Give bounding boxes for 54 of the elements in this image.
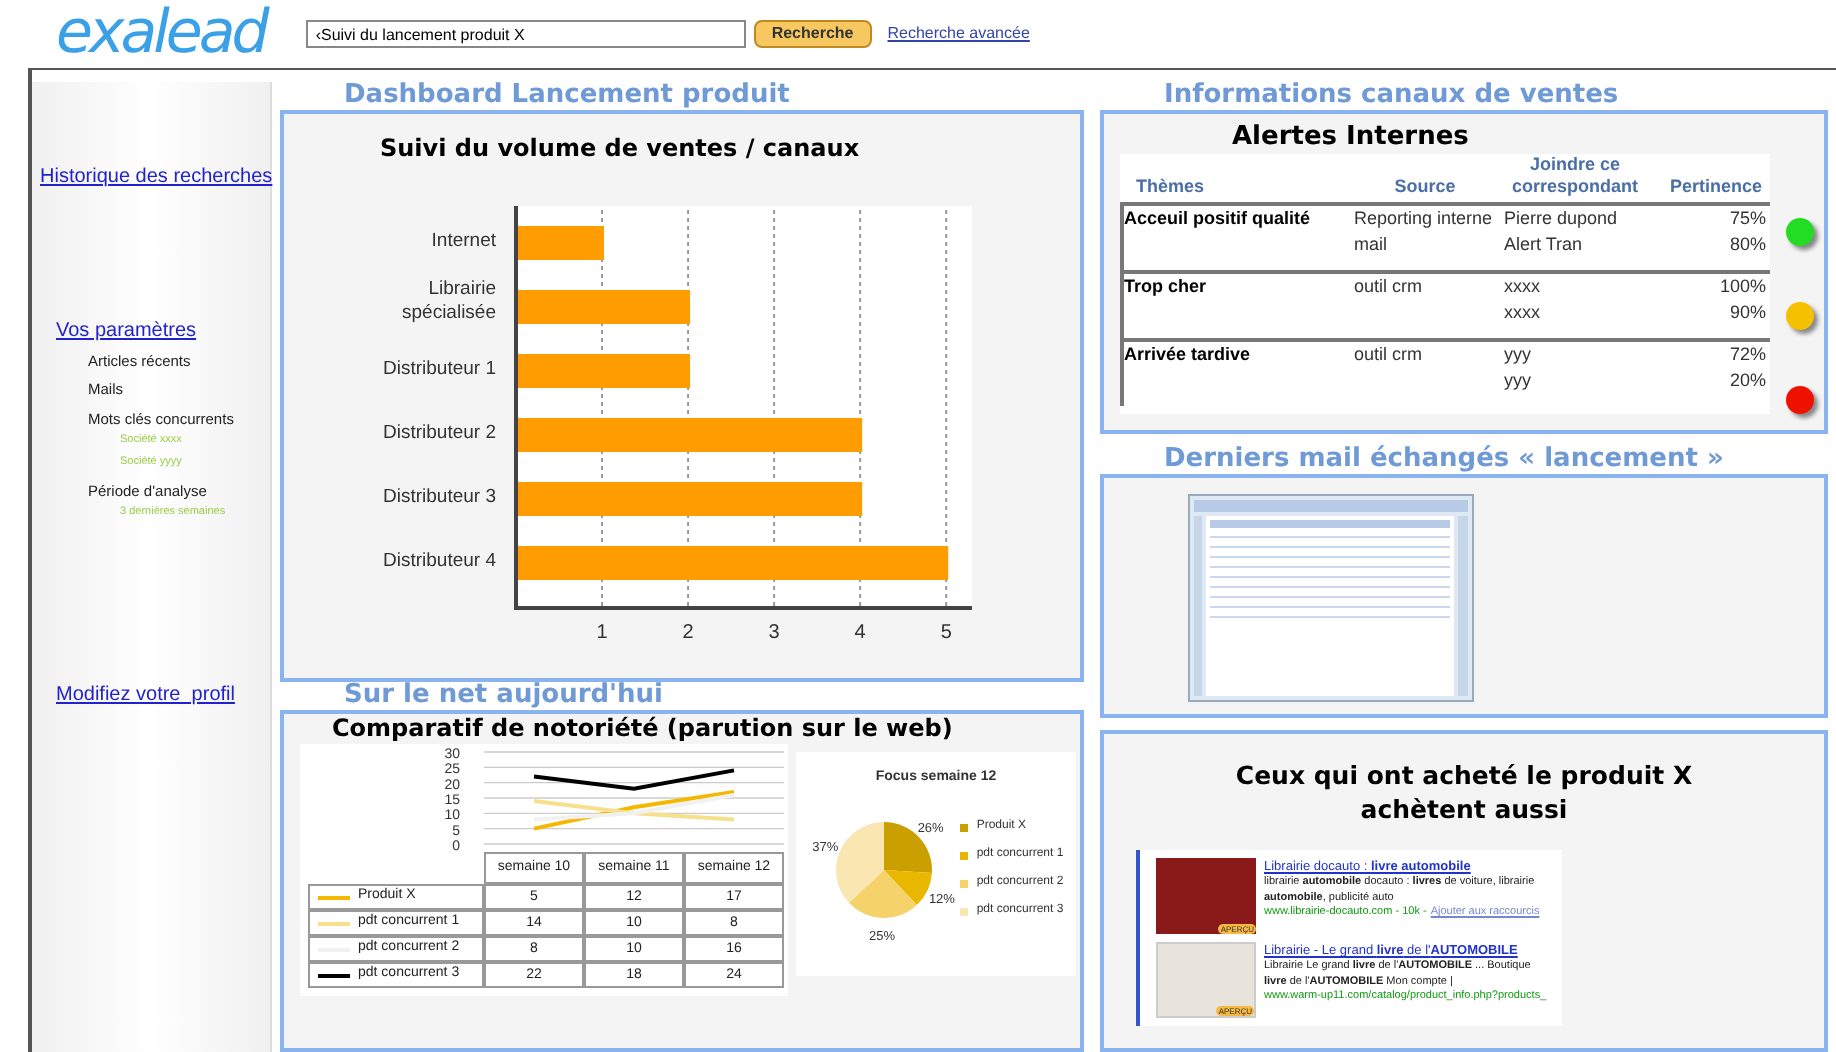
axis-tick: 3 xyxy=(768,622,780,644)
panel-title: Alertes Internes xyxy=(1230,122,1471,154)
panel-title: Ceux qui ont acheté le produit X achètent aussi xyxy=(1233,758,1695,826)
category-label: Distributeur 4 xyxy=(383,550,496,572)
axis-tick: 4 xyxy=(854,622,866,644)
column-header: Pertinence xyxy=(1667,176,1764,198)
column-header: Thèmes xyxy=(1134,176,1207,198)
source-cell-text: outil crm xyxy=(1354,342,1425,368)
history-link[interactable]: Historique des recherches xyxy=(40,162,270,192)
category-label: Distributeur 2 xyxy=(383,422,496,444)
profile-link[interactable]: Modifiez votre profil xyxy=(56,680,270,710)
source-cell-text: Reporting interne xyxy=(1354,206,1495,232)
pertinence-cell-text: 75% xyxy=(1727,206,1768,232)
axis-tick: 1 xyxy=(596,622,608,644)
axis-tick: 5 xyxy=(940,622,952,644)
contact-cell-text: yyy xyxy=(1504,342,1533,368)
legend-swatch xyxy=(960,823,969,831)
search-field[interactable]: ‹Suivi du lancement produit X xyxy=(305,20,746,48)
section-title: Informations canaux de ventes xyxy=(1162,82,1621,110)
chart-title: Suivi du volume de ventes / canaux xyxy=(378,132,862,166)
section-title: Dashboard Lancement produit xyxy=(342,82,792,110)
contact-cell-text: xxxx xyxy=(1504,274,1542,300)
legend-swatch xyxy=(960,907,969,915)
settings-link[interactable]: Vos paramètres xyxy=(56,316,270,346)
column-header: Source xyxy=(1392,176,1458,198)
pertinence-cell-text: 80% xyxy=(1727,232,1768,258)
category-label: Distributeur 1 xyxy=(383,358,496,380)
search-button[interactable]: Recherche xyxy=(753,20,872,48)
contact-cell-text: Alert Tran xyxy=(1504,232,1585,258)
contact-cell-text: Pierre dupond xyxy=(1504,206,1620,232)
axis-tick: 2 xyxy=(682,622,694,644)
panel-title: Comparatif de notoriété (parution sur le web) xyxy=(330,714,955,744)
pertinence-cell-text: 20% xyxy=(1727,368,1768,394)
section-title: Derniers mail échangés « lancement » xyxy=(1162,446,1726,474)
source-cell-text: mail xyxy=(1354,232,1390,258)
category-label: Internet xyxy=(431,230,496,252)
category-label: Distributeur 3 xyxy=(383,486,496,508)
theme-label: Acceuil positif qualité xyxy=(1124,206,1313,232)
pertinence-cell-text: 90% xyxy=(1727,300,1768,326)
contact-cell-text: xxxx xyxy=(1504,300,1542,326)
logo: exalead xyxy=(56,4,266,64)
theme-label: Arrivée tardive xyxy=(1124,342,1253,368)
theme-label: Trop cher xyxy=(1124,274,1209,300)
contact-cell-text: yyy xyxy=(1504,368,1533,394)
source-cell-text: outil crm xyxy=(1354,274,1425,300)
category-label: Librairie spécialisée xyxy=(402,278,496,324)
pertinence-cell-text: 100% xyxy=(1717,274,1768,300)
pertinence-cell-text: 72% xyxy=(1727,342,1768,368)
advanced-search-link[interactable]: Recherche avancée xyxy=(887,22,1030,46)
section-title: Sur le net aujourd'hui xyxy=(342,682,665,710)
bar xyxy=(518,226,605,260)
legend-swatch xyxy=(960,879,969,887)
column-header: Joindre ce correspondant xyxy=(1509,154,1640,198)
legend-swatch xyxy=(960,851,969,859)
